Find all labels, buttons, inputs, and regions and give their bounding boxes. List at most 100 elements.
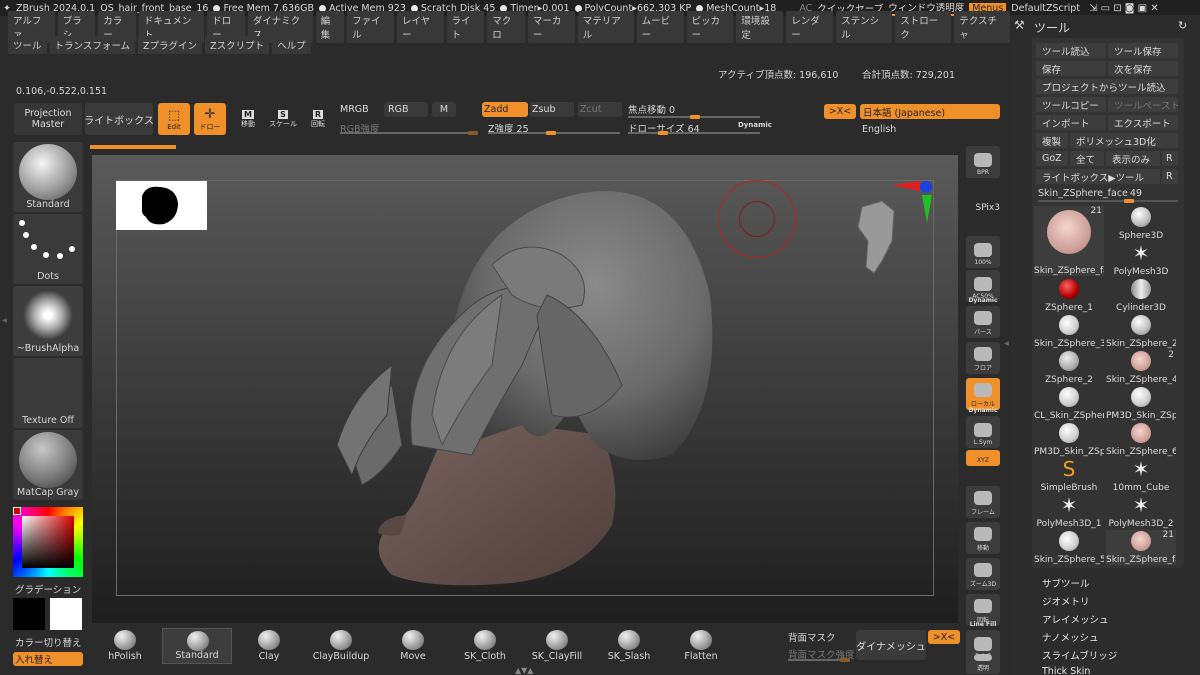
lightbox-button[interactable]: ライトボックス (85, 103, 153, 135)
save-tool-as-button[interactable]: ツール保存 (1108, 43, 1178, 58)
tool-thumbnail[interactable]: ZSphere_2 (1034, 350, 1104, 385)
orientation-gizmo[interactable] (852, 181, 936, 276)
silhouette-navigator[interactable] (116, 181, 207, 230)
back-mask-intensity-slider[interactable] (788, 658, 850, 662)
color-square[interactable] (22, 516, 74, 568)
rgb-intensity-knob[interactable] (468, 131, 478, 135)
floor-button[interactable]: フロア (966, 342, 1000, 374)
tool-thumbnail[interactable]: ✶ 10mm_Cube (1106, 458, 1176, 493)
x-close-bottom-button[interactable]: >X< (928, 630, 960, 644)
goz-r-button[interactable]: R (1162, 151, 1178, 166)
tool-thumbnail[interactable]: Cylinder3D (1106, 278, 1176, 313)
draw-size-knob[interactable] (658, 131, 668, 135)
rotate-mode-button[interactable]: R 回転 (303, 103, 333, 135)
paste-tool-button[interactable]: ツールペースト (1108, 97, 1178, 112)
zadd-button[interactable]: Zadd (482, 102, 528, 117)
slime-bridge-header[interactable]: スライムブリッジ (1042, 648, 1117, 662)
bottom-tray-arrow-icon[interactable]: ▲▼▲ (515, 666, 533, 675)
tool-thumbnail[interactable]: S SimpleBrush (1034, 458, 1104, 493)
main-color-swatch[interactable] (13, 598, 45, 630)
brush-flatten-button[interactable]: Flatten (666, 628, 736, 664)
load-from-project-button[interactable]: プロジェクトからツール読込 (1036, 79, 1178, 94)
menu-tool[interactable]: ツール (8, 36, 47, 54)
dynamesh-button[interactable]: ダイナメッシュ (856, 630, 926, 660)
load-tool-button[interactable]: ツール読込 (1036, 43, 1106, 58)
goz-visible-button[interactable]: 表示のみ (1106, 151, 1160, 166)
brush-sk-slash-button[interactable]: SK_Slash (594, 628, 664, 664)
xyz-rotate-button[interactable]: XYZ (966, 450, 1000, 466)
thick-skin-header[interactable]: Thick Skin (1042, 666, 1090, 675)
back-mask-button[interactable]: 背面マスク (788, 630, 836, 644)
move-button[interactable]: 移動 (966, 522, 1000, 554)
z-intensity-slider[interactable] (488, 131, 620, 135)
scale-mode-button[interactable]: S スケール (268, 103, 298, 135)
move-mode-button[interactable]: M 移動 (233, 103, 263, 135)
tool-thumbnail[interactable]: Skin_ZSphere_2 (1106, 314, 1176, 349)
texture-selector[interactable]: Texture Off (13, 358, 83, 428)
gradient-label[interactable]: グラデーション (15, 582, 81, 596)
hair-head-model[interactable] (292, 185, 732, 605)
brush-hpolish-button[interactable]: hPolish (90, 628, 160, 664)
back-mask-intensity-knob[interactable] (840, 658, 850, 662)
tool-thumbnail[interactable]: 21 Skin_ZSphere_fa (1034, 206, 1104, 276)
right-tray-arrow-icon[interactable]: ◂ (1004, 338, 1009, 349)
menu-transform[interactable]: トランスフォーム (49, 36, 136, 54)
menu-zscript[interactable]: Zスクリプト (205, 36, 270, 54)
tool-thumbnail[interactable]: CL_Skin_ZSpher (1034, 386, 1104, 421)
current-tool-slider-label[interactable]: Skin_ZSphere_face 49 (1038, 188, 1142, 199)
tool-thumbnail[interactable]: ✶ PolyMesh3D_1 (1034, 494, 1104, 529)
lsym-button[interactable]: Dynamic L.Sym (966, 407, 1000, 448)
actual-size-button[interactable]: 100% (966, 236, 1000, 268)
stroke-selector[interactable]: Dots (13, 214, 83, 284)
zoom3d-button[interactable]: ズーム3D (966, 558, 1000, 590)
dynamic-button[interactable]: Dynamic (738, 121, 772, 129)
projection-master-button[interactable]: Projection Master (14, 103, 82, 135)
zsub-button[interactable]: Zsub (530, 102, 574, 117)
tool-thumbnail[interactable]: Skin_ZSphere_6 (1106, 422, 1176, 457)
tool-thumbnail[interactable]: ✶ PolyMesh3D (1106, 242, 1176, 277)
alpha-selector[interactable]: ~BrushAlpha (13, 286, 83, 356)
nanomesh-header[interactable]: ナノメッシュ (1042, 630, 1099, 644)
local-button[interactable]: ローカル (966, 378, 1000, 410)
draw-mode-button[interactable]: ✛ ドロー (194, 103, 226, 135)
copy-tool-button[interactable]: ツールコピー (1036, 97, 1106, 112)
menu-help[interactable]: ヘルプ (272, 36, 311, 54)
import-button[interactable]: インポート (1036, 115, 1106, 130)
left-tray-arrow-icon[interactable]: ◂ (2, 315, 7, 326)
brush-clay-button[interactable]: Clay (234, 628, 304, 664)
focal-shift-slider[interactable] (628, 115, 760, 119)
tool-thumbnail[interactable]: ZSphere_1 (1034, 278, 1104, 313)
frame-button[interactable]: フレーム (966, 486, 1000, 518)
draw-size-slider[interactable] (628, 131, 760, 135)
tool-palette-refresh-icon[interactable]: ↻ (1178, 19, 1187, 32)
zcut-button[interactable]: Zcut (578, 102, 622, 117)
brush-standard-button[interactable]: Standard (162, 628, 232, 664)
rgb-button[interactable]: RGB (384, 102, 428, 117)
lightbox-tools-button[interactable]: ライトボックス▶ツール (1036, 169, 1160, 184)
x-close-shelf-button[interactable]: >X< (824, 104, 856, 119)
clone-button[interactable]: 複製 (1036, 133, 1068, 148)
tool-thumbnail[interactable]: Skin_ZSphere_3 (1034, 314, 1104, 349)
rgb-intensity-slider[interactable] (340, 131, 478, 135)
z-intensity-knob[interactable] (546, 131, 556, 135)
brush-move-button[interactable]: Move (378, 628, 448, 664)
secondary-color-swatch[interactable] (50, 598, 82, 630)
perspective-button[interactable]: Dynamic パース (966, 297, 1000, 338)
canvas-viewport[interactable] (92, 155, 958, 623)
focal-shift-field[interactable]: 焦点移動 0 (628, 102, 675, 116)
english-option[interactable]: English (862, 124, 896, 135)
goz-all-button[interactable]: 全て (1070, 151, 1104, 166)
save-as-button[interactable]: 次を保存 (1108, 61, 1178, 76)
tool-thumbnail[interactable]: Skin_ZSphere_5 (1034, 530, 1104, 565)
arraymesh-header[interactable]: アレイメッシュ (1042, 612, 1109, 626)
subtool-header[interactable]: サブツール (1042, 576, 1090, 590)
default-zscript-button[interactable]: DefaultZScript (1011, 3, 1080, 14)
current-tool-knob[interactable] (1124, 199, 1134, 203)
swap-color-label[interactable]: カラー切り替え (15, 635, 82, 649)
tool-thumbnail[interactable]: 2 Skin_ZSphere_4 (1106, 350, 1176, 385)
swap-button[interactable]: 入れ替え (13, 652, 83, 666)
focal-shift-knob[interactable] (690, 115, 700, 119)
mrgb-button[interactable]: MRGB (338, 102, 380, 117)
color-picker[interactable] (13, 507, 83, 579)
lightbox-tools-r-button[interactable]: R (1162, 169, 1178, 184)
